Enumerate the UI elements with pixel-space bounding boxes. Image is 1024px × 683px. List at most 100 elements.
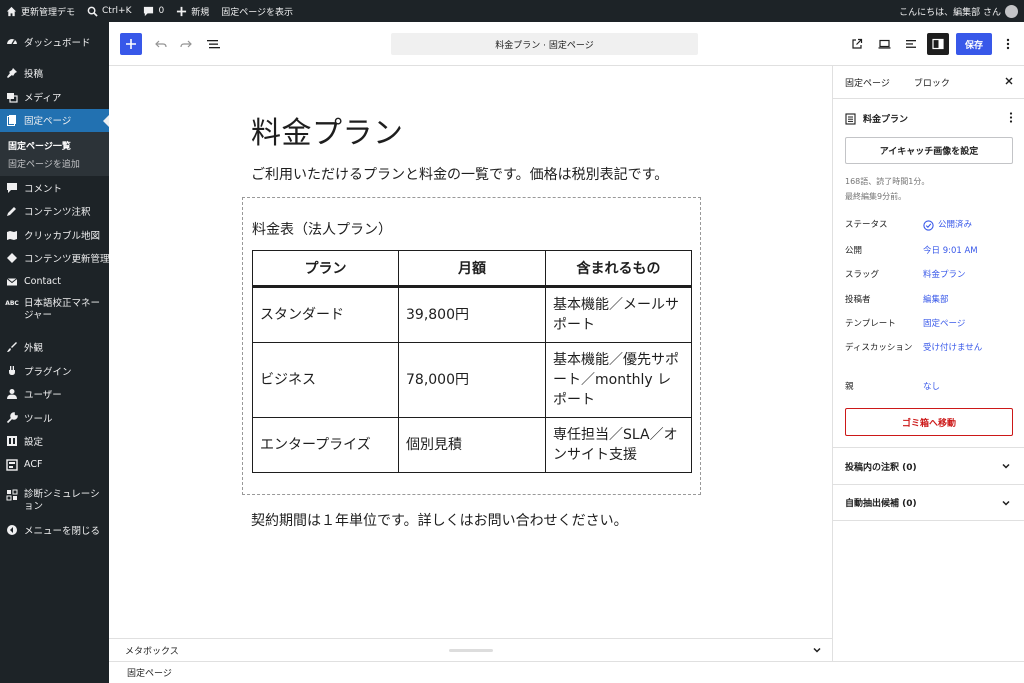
table-header-cell[interactable]: 月額 (398, 250, 546, 288)
comments-count: 0 (158, 6, 165, 16)
document-title-bar[interactable]: 料金プラン · 固定ページ (391, 33, 698, 55)
word-count-info: 168語、読了時間1分。 (845, 177, 930, 186)
menu-clickable-map[interactable]: クリッカブル地図 (0, 223, 109, 247)
menu-appearance[interactable]: 外観 (0, 336, 109, 360)
menu-contact-label: Contact (24, 276, 61, 288)
settings-tabs: 固定ページ ブロック (833, 66, 1024, 99)
menu-posts[interactable]: 投稿 (0, 62, 109, 86)
table-header-cell[interactable]: 含まれるもの (545, 250, 692, 288)
trash-label: ゴミ箱へ移動 (901, 418, 956, 429)
site-name: 更新管理デモ (21, 7, 76, 18)
close-icon[interactable] (1004, 76, 1014, 89)
table-cell[interactable]: 基本機能／優先サポート／monthly レポート (545, 342, 692, 418)
resize-handle[interactable] (449, 649, 493, 652)
author-value[interactable]: 編集部 (923, 294, 949, 307)
redo-button[interactable] (175, 33, 197, 55)
status-value-text: 公開済み (938, 220, 973, 230)
pencil-icon (6, 205, 18, 217)
align-button[interactable] (900, 33, 922, 55)
menu-pages-label: 固定ページ (24, 116, 72, 128)
comments-link[interactable]: 0 (137, 6, 170, 17)
template-value[interactable]: 固定ページ (923, 318, 965, 331)
page-title[interactable]: 料金プラン (251, 108, 404, 152)
tab-block[interactable]: ブロック (902, 66, 962, 99)
accordion-candidates[interactable]: 自動抽出候補 (0) (833, 484, 1024, 521)
menu-pages[interactable]: 固定ページ (0, 108, 109, 132)
view-page-link[interactable]: 固定ページを表示 (215, 5, 299, 18)
move-to-trash-button[interactable]: ゴミ箱へ移動 (845, 408, 1013, 436)
tab-page[interactable]: 固定ページ (833, 66, 902, 99)
menu-comments-label: コメント (24, 183, 63, 195)
discussion-label: ディスカッション (845, 343, 913, 353)
menu-plugins[interactable]: プラグイン (0, 359, 109, 383)
search-icon (87, 6, 98, 17)
publish-value[interactable]: 今日 9:01 AM (923, 245, 978, 258)
diamond-icon (6, 252, 18, 264)
menu-proofreading[interactable]: ABC 日本語校正マネージャー (0, 294, 109, 328)
accordion-notes[interactable]: 投稿内の注釈 (0) (833, 447, 1024, 484)
menu-acf-label: ACF (24, 459, 43, 471)
chevron-down-icon[interactable] (812, 645, 822, 658)
menu-content-notes[interactable]: コンテンツ注釈 (0, 200, 109, 224)
view-page-button[interactable] (846, 33, 868, 55)
table-cell[interactable]: 個別見積 (398, 417, 546, 473)
intro-paragraph[interactable]: ご利用いただけるプランと料金の一覧です。価格は税別表記です。 (251, 164, 668, 184)
command-palette-link[interactable]: Ctrl+K (81, 6, 137, 17)
set-featured-image-button[interactable]: アイキャッチ画像を設定 (845, 137, 1013, 164)
menu-tools[interactable]: ツール (0, 406, 109, 430)
menu-collapse[interactable]: メニューを閉じる (0, 519, 109, 543)
table-cell[interactable]: 基本機能／メールサポート (545, 286, 692, 343)
table-caption[interactable]: 料金表（法人プラン） (252, 219, 392, 239)
menu-users[interactable]: ユーザー (0, 383, 109, 407)
table-cell[interactable]: ビジネス (252, 342, 399, 418)
menu-contact[interactable]: Contact (0, 270, 109, 294)
menu-media[interactable]: メディア (0, 85, 109, 109)
grid-icon (6, 489, 18, 501)
author-row: 投稿者 編集部 (845, 294, 1013, 307)
menu-content-update[interactable]: コンテンツ更新管理 (0, 247, 110, 271)
parent-row: 親 なし (845, 381, 1013, 394)
slug-value[interactable]: 料金プラン (923, 269, 966, 282)
account-menu[interactable]: こんにちは、編集部 さん (899, 4, 1024, 18)
table-cell[interactable]: 専任担当／SLA／オンサイト支援 (545, 417, 692, 473)
menu-simulation[interactable]: 診断シミュレーション (0, 485, 109, 519)
document-overview-button[interactable] (202, 33, 224, 55)
table-cell[interactable]: スタンダード (252, 286, 399, 343)
submenu-pages-list[interactable]: 固定ページ一覧 (8, 136, 109, 154)
preview-button[interactable] (873, 33, 895, 55)
table-cell[interactable]: エンタープライズ (252, 417, 399, 473)
metabox-bar[interactable]: メタボックス (109, 638, 832, 661)
more-vertical-icon[interactable] (1009, 112, 1013, 126)
sidebar-icon (932, 38, 944, 50)
menu-acf[interactable]: ACF (0, 453, 109, 477)
table-cell[interactable]: 78,000円 (398, 342, 546, 418)
table-block[interactable]: 料金表（法人プラン） プラン 月額 含まれるもの スタンダード 39,800円 … (242, 197, 701, 495)
status-value[interactable]: 公開済み (923, 219, 972, 232)
submenu-pages-add[interactable]: 固定ページを追加 (8, 154, 109, 172)
publish-row: 公開 今日 9:01 AM (845, 245, 1013, 258)
plus-icon (125, 38, 137, 50)
options-button[interactable] (999, 33, 1017, 55)
breadcrumb-item[interactable]: 固定ページ (127, 666, 172, 679)
menu-settings[interactable]: 設定 (0, 430, 109, 454)
parent-label: 親 (845, 382, 854, 392)
parent-value[interactable]: なし (923, 381, 940, 394)
menu-dashboard-label: ダッシュボード (24, 37, 91, 49)
contract-paragraph[interactable]: 契約期間は１年単位です。詳しくはお問い合わせください。 (251, 510, 628, 530)
page-summary-title: 料金プラン (845, 112, 908, 125)
site-name-link[interactable]: 更新管理デモ (0, 5, 81, 18)
table-cell[interactable]: 39,800円 (398, 286, 546, 343)
block-inserter-button[interactable] (120, 33, 142, 55)
save-button[interactable]: 保存 (956, 33, 992, 55)
table-header-cell[interactable]: プラン (252, 250, 399, 288)
price-table[interactable]: プラン 月額 含まれるもの スタンダード 39,800円 基本機能／メールサポー… (252, 250, 692, 473)
new-content-link[interactable]: 新規 (170, 5, 215, 18)
discussion-value[interactable]: 受け付けません (923, 342, 982, 355)
pages-submenu: 固定ページ一覧 固定ページを追加 (0, 132, 109, 176)
page-name: 料金プラン (863, 115, 909, 125)
map-icon (6, 229, 18, 241)
settings-toggle-button[interactable] (927, 33, 949, 55)
menu-dashboard[interactable]: ダッシュボード (0, 30, 109, 54)
undo-button[interactable] (150, 33, 172, 55)
menu-comments[interactable]: コメント (0, 176, 109, 200)
